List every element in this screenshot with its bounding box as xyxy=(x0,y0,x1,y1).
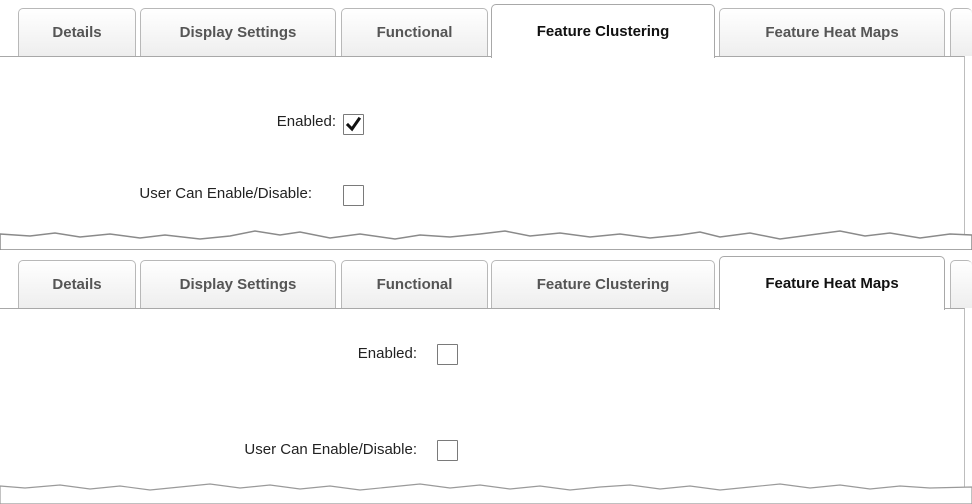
user-can-enable-disable-label: User Can Enable/Disable: xyxy=(139,185,312,202)
checkmark-icon xyxy=(345,116,362,132)
tab-content: Enabled: User Can Enable/Disable: xyxy=(0,308,965,491)
user-can-enable-disable-checkbox[interactable] xyxy=(437,440,458,461)
feature-heat-maps-panel: Details Display Settings Functional Feat… xyxy=(0,252,972,504)
user-can-enable-disable-label: User Can Enable/Disable: xyxy=(244,441,417,458)
enabled-checkbox[interactable] xyxy=(437,344,458,365)
tab-content: Enabled: User Can Enable/Disable: xyxy=(0,56,965,240)
tab-functional[interactable]: Functional xyxy=(341,8,488,56)
torn-edge xyxy=(0,483,972,504)
tab-display-settings[interactable]: Display Settings xyxy=(140,8,336,56)
tab-details[interactable]: Details xyxy=(18,260,136,308)
user-toggle-row: User Can Enable/Disable: xyxy=(139,185,312,202)
tab-feature-clustering[interactable]: Feature Clustering xyxy=(491,260,715,308)
enabled-label: Enabled: xyxy=(357,345,417,362)
tab-overflow[interactable] xyxy=(950,260,972,308)
user-can-enable-disable-checkbox[interactable] xyxy=(343,185,364,206)
tab-bar: Details Display Settings Functional Feat… xyxy=(0,252,972,310)
tab-overflow[interactable] xyxy=(950,8,972,56)
enabled-checkbox[interactable] xyxy=(343,114,364,135)
torn-edge xyxy=(0,230,972,250)
enabled-row: Enabled: xyxy=(358,345,417,362)
tab-feature-heat-maps[interactable]: Feature Heat Maps xyxy=(719,256,945,310)
user-toggle-row: User Can Enable/Disable: xyxy=(244,441,417,458)
tab-bar: Details Display Settings Functional Feat… xyxy=(0,0,972,58)
tab-feature-clustering[interactable]: Feature Clustering xyxy=(491,4,715,58)
tab-feature-heat-maps[interactable]: Feature Heat Maps xyxy=(719,8,945,56)
tab-functional[interactable]: Functional xyxy=(341,260,488,308)
enabled-label: Enabled: xyxy=(276,113,336,130)
tab-display-settings[interactable]: Display Settings xyxy=(140,260,336,308)
enabled-row: Enabled: xyxy=(277,113,336,130)
tab-details[interactable]: Details xyxy=(18,8,136,56)
feature-clustering-panel: Details Display Settings Functional Feat… xyxy=(0,0,972,250)
